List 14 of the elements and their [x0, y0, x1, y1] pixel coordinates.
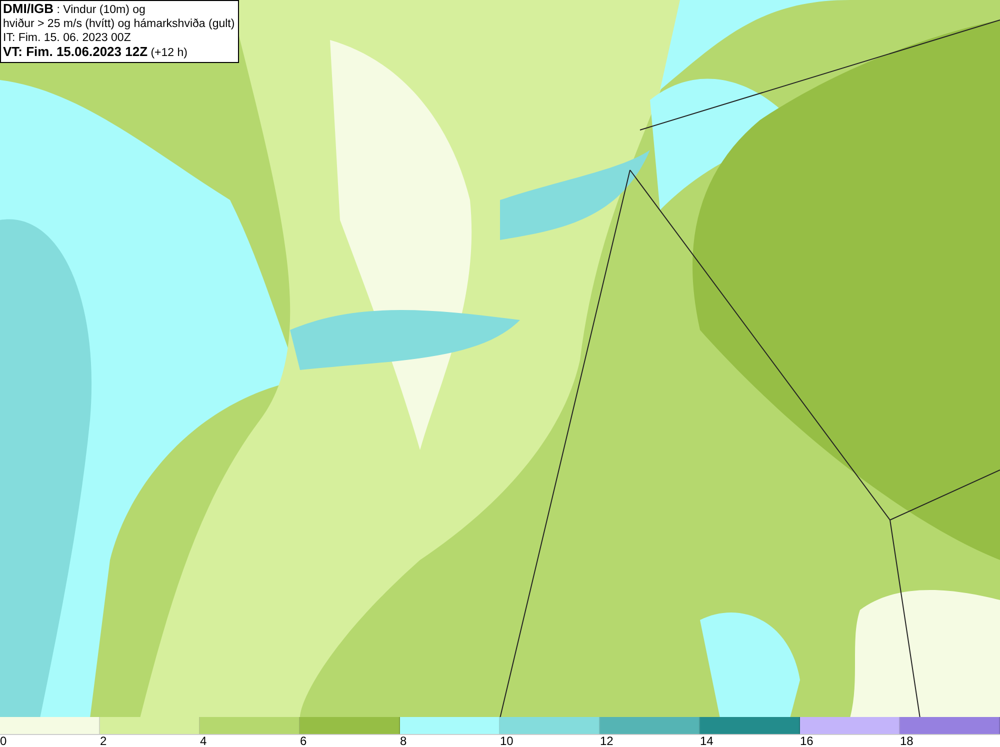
scale-label: 6	[300, 734, 307, 747]
scale-label: 14	[700, 734, 714, 747]
title-line: IT: Fim. 15. 06. 2023 00Z	[3, 31, 132, 45]
scale-label: 0	[0, 734, 7, 747]
scale-label: 16	[800, 734, 814, 747]
scale-label: 18	[900, 734, 914, 747]
scale-label: 10	[500, 734, 514, 747]
title-line: hviður > 25 m/s (hvítt) og hámarkshviða (gult)	[3, 17, 235, 31]
title-line: VT: Fim. 15.06.2023 12Z (+12 h)	[3, 45, 188, 60]
scale-label: 8	[400, 734, 407, 747]
scale-label: 12	[600, 734, 614, 747]
scale-label: 4	[200, 734, 207, 747]
title-line: DMI/IGB : Vindur (10m) og	[3, 2, 146, 17]
scale-label: 2	[100, 734, 107, 747]
